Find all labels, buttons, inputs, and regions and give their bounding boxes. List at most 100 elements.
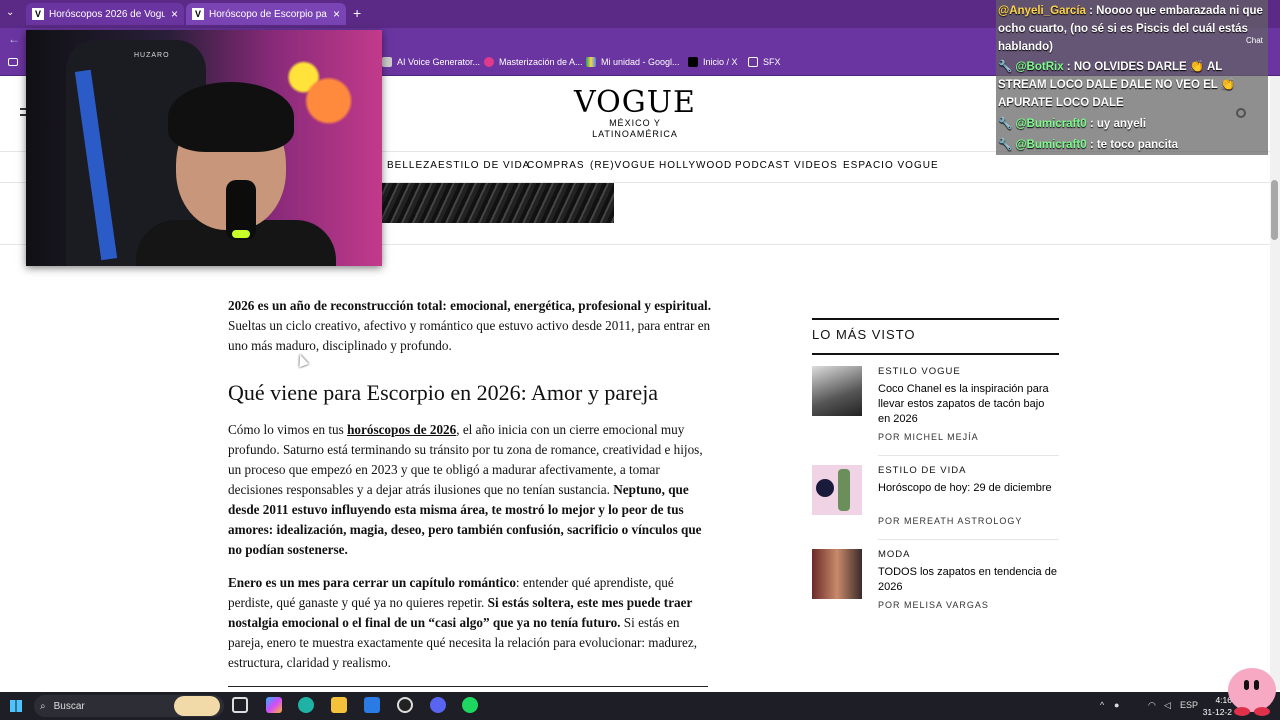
webcam-overlay: HUZARO bbox=[26, 30, 382, 266]
language-indicator[interactable]: ESP bbox=[1180, 700, 1198, 710]
taskbar-search[interactable]: ⌕ Buscar bbox=[34, 695, 224, 717]
divider bbox=[228, 686, 708, 687]
kirby-eye-icon bbox=[1254, 680, 1259, 690]
browser-icon[interactable] bbox=[298, 697, 314, 713]
most-viewed-item[interactable]: ESTILO VOGUE Coco Chanel es la inspiraci… bbox=[812, 366, 1059, 446]
close-tab-icon[interactable]: × bbox=[333, 7, 340, 21]
nav-espacio-vogue[interactable]: ESPACIO VOGUE bbox=[843, 160, 939, 171]
article-thumbnail[interactable] bbox=[812, 366, 862, 416]
tab-list-chevron-icon[interactable]: ⌄ bbox=[6, 7, 14, 18]
most-viewed-item[interactable]: ESTILO DE VIDA Horóscopo de hoy: 29 de d… bbox=[812, 465, 1059, 527]
vogue-logo[interactable]: VOGUE MÉXICO Y LATINOAMÉRICA bbox=[560, 88, 710, 140]
store-icon[interactable] bbox=[364, 697, 380, 713]
divider bbox=[812, 353, 1059, 355]
paragraph-bold-text: Enero es un mes para cerrar un capítulo … bbox=[228, 575, 516, 590]
sidebar-title: LO MÁS VISTO bbox=[812, 327, 916, 342]
divider bbox=[878, 455, 1059, 456]
kirby-foot-icon bbox=[1254, 707, 1270, 716]
search-highlight-icon bbox=[174, 696, 220, 716]
x-logo-icon bbox=[688, 57, 698, 67]
windows-start-icon[interactable] bbox=[10, 700, 22, 712]
task-view-icon[interactable] bbox=[232, 697, 248, 713]
nav-compras[interactable]: COMPRAS bbox=[527, 160, 585, 171]
item-author: POR MELISA VARGAS bbox=[878, 600, 989, 610]
bot-badge-icon: 🔧 bbox=[998, 61, 1013, 73]
chat-message: @Anyeli_García : Noooo que embarazada ni… bbox=[998, 2, 1266, 56]
volume-icon[interactable]: ◁ bbox=[1164, 700, 1171, 711]
stream-chat-overlay: @Anyeli_García : Noooo que embarazada ni… bbox=[996, 0, 1268, 155]
item-title[interactable]: Coco Chanel es la inspiración para lleva… bbox=[878, 382, 1059, 427]
article-paragraph-2: Cómo lo vimos en tus horóscopos de 2026,… bbox=[228, 420, 712, 560]
tab-horoscopos-2026[interactable]: V Horóscopos 2026 de Vogue: Las p × bbox=[26, 3, 184, 25]
chat-button[interactable]: Chat bbox=[1246, 36, 1263, 45]
close-tab-icon[interactable]: × bbox=[171, 7, 178, 21]
bookmark-google-drive[interactable]: Mi unidad - Googl... bbox=[586, 57, 680, 67]
item-author: POR MICHEL MEJÍA bbox=[878, 432, 979, 442]
back-icon[interactable]: ← bbox=[8, 32, 20, 46]
kirby-sticker-icon bbox=[1228, 668, 1276, 716]
vogue-favicon-icon: V bbox=[32, 8, 44, 20]
wifi-icon[interactable]: ◠ bbox=[1148, 700, 1156, 711]
tab-title: Horóscopo de Escorpio para el añ bbox=[209, 8, 327, 20]
bookmark-icon bbox=[484, 57, 494, 67]
article-heading: Qué viene para Escorpio en 2026: Amor y … bbox=[228, 380, 659, 405]
paragraph-bold-text: 2026 es un año de reconstrucción total: … bbox=[228, 298, 712, 313]
tray-chevron-icon[interactable]: ^ bbox=[1100, 700, 1104, 710]
item-author: POR MEREATH ASTROLOGY bbox=[878, 516, 1023, 526]
most-viewed-item[interactable]: MODA TODOS los zapatos en tendencia de 2… bbox=[812, 549, 1059, 611]
page-scrollbar[interactable] bbox=[1270, 76, 1280, 690]
item-category[interactable]: ESTILO VOGUE bbox=[878, 366, 961, 377]
taskbar-clock[interactable]: 4:16 31-12-2 bbox=[1198, 694, 1232, 718]
chat-message: 🔧 @BotRix : NO OLVIDES DARLE 👏 AL STREAM … bbox=[998, 58, 1266, 112]
divider bbox=[878, 539, 1059, 540]
streamer-hair bbox=[168, 82, 294, 152]
nav-podcast[interactable]: PODCAST bbox=[735, 160, 790, 171]
item-title[interactable]: Horóscopo de hoy: 29 de diciembre bbox=[878, 481, 1059, 496]
scrollbar-thumb[interactable] bbox=[1271, 180, 1278, 240]
vogue-favicon-icon: V bbox=[192, 8, 204, 20]
obs-icon[interactable] bbox=[397, 697, 413, 713]
figure-icon bbox=[838, 469, 850, 511]
spotify-icon[interactable] bbox=[462, 697, 478, 713]
chat-message: 🔧 @Bumicraft0 : te toco pancita bbox=[998, 136, 1266, 154]
search-icon: ⌕ bbox=[40, 700, 46, 712]
badge-icon: 🔧 bbox=[998, 118, 1013, 130]
new-tab-button[interactable]: + bbox=[353, 5, 361, 21]
logo-wordmark: VOGUE bbox=[574, 85, 696, 120]
bookmark-x[interactable]: Inicio / X bbox=[688, 57, 738, 67]
nav-estilo-de-vida[interactable]: ESTILO DE VIDA bbox=[438, 160, 530, 171]
file-explorer-icon[interactable] bbox=[331, 697, 347, 713]
chat-text: : te toco pancita bbox=[1086, 139, 1178, 151]
copilot-icon[interactable] bbox=[266, 697, 282, 713]
clock-date: 31-12-2 bbox=[1202, 707, 1232, 717]
windows-taskbar: ⌕ Buscar ^ ● ◠ ◁ ESP 4:16 31-12-2 bbox=[0, 692, 1280, 720]
google-drive-icon bbox=[586, 57, 596, 67]
bookmark-ai-voice[interactable]: AI Voice Generator... bbox=[382, 57, 480, 67]
nav-revogue[interactable]: (RE)VOGUE bbox=[590, 160, 656, 171]
article-paragraph-1: 2026 es un año de reconstrucción total: … bbox=[228, 296, 712, 356]
moon-icon bbox=[816, 479, 834, 497]
badge-icon: 🔧 bbox=[998, 139, 1013, 151]
microphone-tray-icon[interactable]: ● bbox=[1114, 700, 1119, 710]
chat-username: @Bumicraft0 bbox=[1015, 118, 1087, 130]
tab-horoscopo-escorpio[interactable]: V Horóscopo de Escorpio para el añ × bbox=[186, 3, 346, 25]
clock-time: 4:16 bbox=[1215, 695, 1232, 705]
bookmark-masterizacion[interactable]: Masterización de A... bbox=[484, 57, 583, 67]
logo-subtitle-line2: LATINOAMÉRICA bbox=[592, 129, 678, 139]
discord-icon[interactable] bbox=[430, 697, 446, 713]
bookmark-sfx[interactable]: SFX bbox=[748, 57, 781, 67]
tab-title: Horóscopos 2026 de Vogue: Las p bbox=[49, 8, 165, 20]
chat-message: 🔧 @Bumicraft0 : uy anyeli bbox=[998, 115, 1266, 133]
sidebar-toggle-icon[interactable] bbox=[8, 58, 18, 66]
article-paragraph-3: Enero es un mes para cerrar un capítulo … bbox=[228, 573, 712, 673]
item-category[interactable]: MODA bbox=[878, 549, 911, 560]
item-category[interactable]: ESTILO DE VIDA bbox=[878, 465, 966, 476]
nav-belleza[interactable]: BELLEZA bbox=[387, 160, 438, 171]
article-thumbnail[interactable] bbox=[812, 465, 862, 515]
hero-image bbox=[382, 183, 614, 223]
nav-videos[interactable]: VIDEOS bbox=[794, 160, 838, 171]
article-thumbnail[interactable] bbox=[812, 549, 862, 599]
item-title[interactable]: TODOS los zapatos en tendencia de 2026 bbox=[878, 565, 1059, 595]
horoscopos-link[interactable]: horóscopos de 2026 bbox=[347, 422, 456, 437]
nav-hollywood[interactable]: HOLLYWOOD bbox=[659, 160, 732, 171]
